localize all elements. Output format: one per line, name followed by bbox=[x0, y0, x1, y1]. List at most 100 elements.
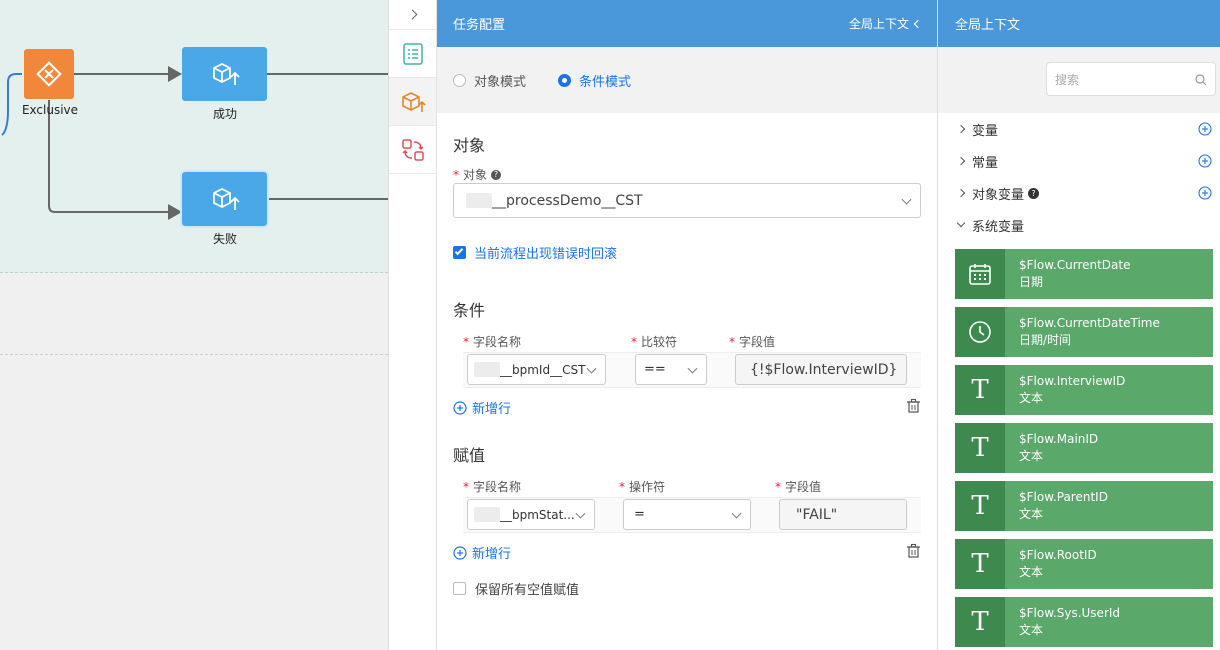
radio-condition-mode[interactable]: 条件模式 bbox=[558, 71, 631, 90]
assign-field-label: * 字段名称 bbox=[463, 480, 522, 494]
assign-value-text: "FAIL" bbox=[796, 506, 838, 523]
text-icon: T bbox=[955, 423, 1005, 473]
chevron-down-icon bbox=[956, 218, 966, 228]
add-row-label: 新增行 bbox=[472, 402, 512, 417]
text-icon: T bbox=[955, 365, 1005, 415]
category-variables[interactable]: 变量 bbox=[938, 113, 1220, 145]
rollback-label: 当前流程出现错误时回滚 bbox=[474, 247, 618, 262]
chevron-right-icon bbox=[956, 188, 966, 198]
assign-field-select[interactable]: __bpmStat... bbox=[467, 499, 595, 530]
variable-type: 日期 bbox=[1019, 275, 1044, 289]
category-object-variables[interactable]: 对象变量 ? bbox=[938, 177, 1220, 209]
radio-label: 条件模式 bbox=[579, 74, 632, 90]
gateway-icon bbox=[36, 61, 62, 87]
assign-op-label: * 操作符 bbox=[619, 480, 666, 494]
chevron-down-icon bbox=[731, 508, 742, 519]
cond-field-label: * 字段名称 bbox=[463, 335, 522, 349]
add-circle-icon[interactable] bbox=[1198, 186, 1212, 200]
search-placeholder: 搜索 bbox=[1055, 72, 1080, 87]
list-tool-button[interactable] bbox=[389, 30, 436, 78]
section-assign-title: 赋值 bbox=[453, 446, 486, 465]
category-system-variables[interactable]: 系统变量 bbox=[938, 209, 1220, 241]
add-circle-icon[interactable] bbox=[1198, 122, 1212, 136]
task-tool-button[interactable] bbox=[389, 78, 436, 126]
category-label: 系统变量 bbox=[972, 219, 1025, 235]
variable-main-id[interactable]: T $Flow.MainID 文本 bbox=[955, 423, 1213, 473]
search-input[interactable]: 搜索 bbox=[1046, 62, 1216, 96]
fail-task-node[interactable] bbox=[180, 170, 269, 228]
help-icon[interactable]: ? bbox=[491, 169, 502, 180]
flow-canvas[interactable]: Exclusive 成功 失败 bbox=[0, 0, 388, 650]
cond-value-label: * 字段值 bbox=[729, 335, 776, 349]
object-select[interactable]: __processDemo__CST bbox=[453, 183, 921, 218]
assign-op-select[interactable]: = bbox=[623, 499, 751, 530]
cond-op-select[interactable]: == bbox=[635, 354, 707, 385]
box-upload-icon bbox=[212, 187, 240, 210]
assign-value-input[interactable]: "FAIL" bbox=[779, 499, 907, 530]
transfer-tool-button[interactable] bbox=[389, 126, 436, 174]
chevron-right-icon bbox=[956, 124, 966, 134]
global-context-link[interactable]: 全局上下文 bbox=[849, 15, 909, 32]
variable-interview-id[interactable]: T $Flow.InterviewID 文本 bbox=[955, 365, 1213, 415]
transfer-icon bbox=[401, 138, 424, 161]
keep-null-label: 保留所有空值赋值 bbox=[475, 583, 580, 598]
keep-null-checkbox[interactable]: 保留所有空值赋值 bbox=[453, 579, 579, 598]
collapse-button[interactable] bbox=[389, 0, 436, 30]
label-text: 对象 bbox=[463, 168, 488, 182]
add-condition-row-button[interactable]: 新增行 bbox=[453, 398, 511, 417]
radio-circle[interactable] bbox=[453, 73, 466, 87]
cond-field-select[interactable]: __bpmId__CST bbox=[467, 354, 606, 385]
variable-parent-id[interactable]: T $Flow.ParentID 文本 bbox=[955, 481, 1213, 531]
assign-op-value: = bbox=[634, 507, 645, 522]
tool-strip bbox=[388, 0, 437, 650]
cond-value-input[interactable]: {!$Flow.InterviewID} bbox=[735, 354, 907, 385]
global-context-toggle[interactable]: 全局上下文 bbox=[849, 15, 923, 32]
variable-current-datetime[interactable]: $Flow.CurrentDateTime 日期/时间 bbox=[955, 307, 1213, 357]
add-assign-row-button[interactable]: 新增行 bbox=[453, 543, 511, 562]
radio-object-mode[interactable]: 对象模式 bbox=[453, 71, 526, 90]
assign-value-label: * 字段值 bbox=[775, 480, 822, 494]
category-label: 常量 bbox=[972, 155, 999, 171]
chevron-left-icon bbox=[913, 19, 923, 28]
variable-sys-user-id[interactable]: T $Flow.Sys.UserId 文本 bbox=[955, 597, 1213, 647]
exclusive-gateway-node[interactable] bbox=[24, 49, 74, 99]
cond-op-label: * 比较符 bbox=[631, 335, 678, 349]
chevron-down-icon bbox=[586, 363, 597, 374]
help-icon[interactable]: ? bbox=[1028, 187, 1040, 199]
success-task-node[interactable] bbox=[182, 47, 267, 101]
success-label: 成功 bbox=[212, 107, 237, 121]
redacted-prefix bbox=[466, 193, 492, 208]
variable-name: $Flow.CurrentDateTime bbox=[1019, 316, 1160, 330]
category-constants[interactable]: 常量 bbox=[938, 145, 1220, 177]
variable-root-id[interactable]: T $Flow.RootID 文本 bbox=[955, 539, 1213, 589]
calendar-icon bbox=[955, 249, 1005, 299]
variable-name: $Flow.Sys.UserId bbox=[1019, 606, 1121, 620]
variable-name: $Flow.CurrentDate bbox=[1019, 258, 1131, 272]
rollback-checkbox[interactable]: 当前流程出现错误时回滚 bbox=[453, 243, 617, 262]
variable-name: $Flow.ParentID bbox=[1019, 490, 1108, 504]
list-icon bbox=[402, 42, 423, 65]
config-title: 任务配置 bbox=[453, 18, 506, 33]
fail-label: 失败 bbox=[212, 232, 237, 246]
mode-selector: 对象模式 条件模式 bbox=[437, 47, 937, 113]
variable-name: $Flow.MainID bbox=[1019, 432, 1099, 446]
add-circle-icon[interactable] bbox=[1198, 154, 1212, 168]
text-icon: T bbox=[955, 481, 1005, 531]
assign-field-value: __bpmStat... bbox=[500, 507, 575, 522]
object-field-label: * 对象 ? bbox=[453, 166, 502, 183]
chevron-right-icon bbox=[407, 9, 418, 20]
redacted-prefix bbox=[474, 507, 500, 522]
variable-type: 文本 bbox=[1019, 623, 1044, 637]
search-bar: 搜索 bbox=[938, 47, 1220, 113]
trash-icon[interactable] bbox=[906, 543, 921, 559]
redacted-prefix bbox=[474, 362, 500, 377]
trash-icon[interactable] bbox=[906, 398, 921, 414]
cond-op-value: == bbox=[644, 362, 666, 377]
radio-label: 对象模式 bbox=[474, 74, 527, 90]
checkbox-unchecked-icon[interactable] bbox=[453, 582, 466, 595]
checkbox-checked-icon[interactable] bbox=[453, 246, 466, 259]
variable-current-date[interactable]: $Flow.CurrentDate 日期 bbox=[955, 249, 1213, 299]
cond-field-value: __bpmId__CST bbox=[500, 362, 586, 377]
add-row-label: 新增行 bbox=[472, 547, 512, 562]
radio-circle-selected[interactable] bbox=[558, 73, 572, 87]
